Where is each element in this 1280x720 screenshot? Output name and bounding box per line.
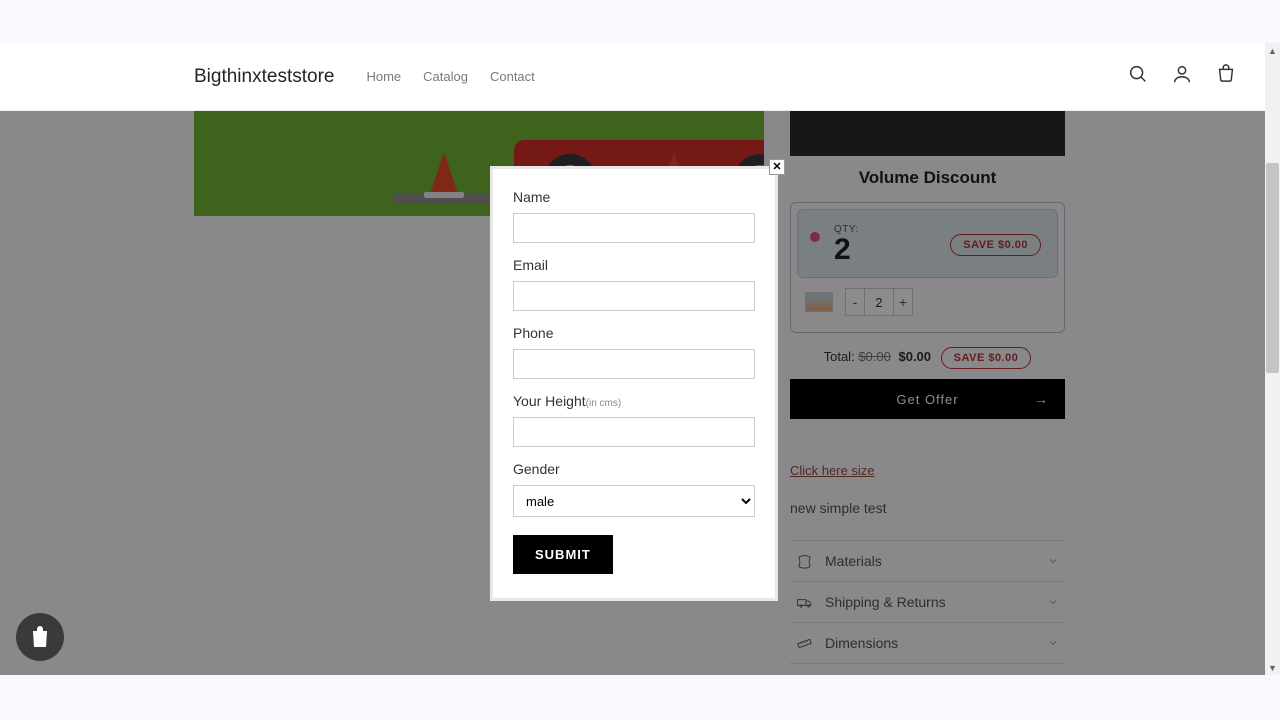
nav-home[interactable]: Home bbox=[366, 69, 401, 84]
store-logo[interactable]: Bigthinxteststore bbox=[194, 66, 334, 88]
phone-field[interactable] bbox=[513, 349, 755, 379]
shopify-badge[interactable] bbox=[16, 613, 64, 661]
scroll-up-icon[interactable]: ▲ bbox=[1265, 43, 1280, 58]
cart-icon[interactable] bbox=[1215, 63, 1237, 90]
scrollbar-thumb[interactable] bbox=[1266, 163, 1279, 373]
account-icon[interactable] bbox=[1171, 63, 1193, 90]
search-icon[interactable] bbox=[1127, 63, 1149, 90]
phone-label: Phone bbox=[513, 325, 755, 341]
nav-contact[interactable]: Contact bbox=[490, 69, 535, 84]
user-details-modal: ✕ Name Email Phone Your Height(in cms) G… bbox=[490, 166, 778, 601]
submit-button[interactable]: SUBMIT bbox=[513, 535, 613, 574]
gender-label: Gender bbox=[513, 461, 755, 477]
email-field[interactable] bbox=[513, 281, 755, 311]
height-label: Your Height(in cms) bbox=[513, 393, 755, 409]
name-field[interactable] bbox=[513, 213, 755, 243]
nav-catalog[interactable]: Catalog bbox=[423, 69, 468, 84]
main-nav: Home Catalog Contact bbox=[366, 69, 534, 84]
scrollbar[interactable]: ▲ ▼ bbox=[1265, 43, 1280, 675]
site-header: Bigthinxteststore Home Catalog Contact bbox=[0, 43, 1265, 111]
scroll-down-icon[interactable]: ▼ bbox=[1265, 660, 1280, 675]
height-field[interactable] bbox=[513, 417, 755, 447]
close-icon[interactable]: ✕ bbox=[769, 159, 785, 175]
gender-select[interactable]: male bbox=[513, 485, 755, 517]
name-label: Name bbox=[513, 189, 755, 205]
email-label: Email bbox=[513, 257, 755, 273]
shopify-bag-icon bbox=[28, 624, 52, 650]
